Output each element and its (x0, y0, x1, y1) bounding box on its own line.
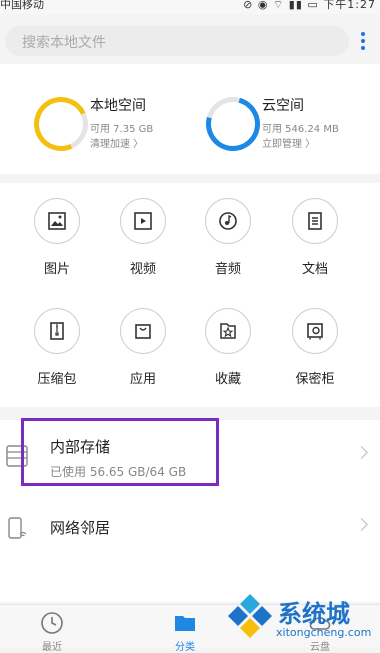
search-input[interactable]: 搜索本地文件 (5, 26, 349, 56)
category-documents[interactable]: 文档 (280, 198, 350, 277)
cloud-storage-ring-icon (196, 87, 270, 161)
folder-icon (175, 616, 195, 631)
local-storage-ring-icon (26, 89, 96, 159)
category-images[interactable]: 图片 (22, 198, 92, 277)
category-video[interactable]: 视频 (108, 198, 178, 277)
audio-icon (205, 198, 251, 244)
local-space-title: 本地空间 (90, 98, 146, 114)
local-space-available: 可用 7.35 GB (90, 124, 154, 135)
document-icon (292, 198, 338, 244)
tab-categories[interactable]: 分类 (155, 611, 215, 653)
network-phone-icon (6, 516, 28, 544)
category-label: 图片 (43, 262, 70, 277)
tab-recent[interactable]: 最近 (22, 611, 82, 653)
highlight-box (21, 418, 219, 486)
category-safe[interactable]: 保密柜 (280, 308, 350, 387)
image-icon (34, 198, 80, 244)
safe-icon (292, 308, 338, 354)
chevron-right-icon (355, 446, 368, 459)
category-label: 应用 (129, 372, 156, 387)
category-label: 音频 (214, 262, 241, 277)
chevron-right-icon (355, 518, 368, 531)
favorite-star-icon (205, 308, 251, 354)
clean-accelerate-link[interactable]: 清理加速 〉 (90, 135, 143, 150)
more-options-icon[interactable] (358, 30, 368, 52)
category-label: 文档 (301, 262, 328, 277)
archive-icon (34, 308, 80, 354)
category-grid: 图片 视频 音频 文档 压缩包 应用 收藏 保密柜 (0, 183, 380, 407)
category-apps[interactable]: 应用 (108, 308, 178, 387)
storage-summary: 本地空间 可用 7.35 GB 清理加速 〉 云空间 可用 546.24 MB … (0, 64, 380, 174)
cloud-space-title: 云空间 (262, 98, 304, 114)
carrier-label: 中国移动 (0, 0, 44, 11)
category-audio[interactable]: 音频 (193, 198, 263, 277)
watermark: 系统城 xitongcheng.com (226, 588, 380, 646)
watermark-brand: 系统城 (278, 600, 350, 628)
category-label: 压缩包 (37, 372, 77, 387)
category-label: 收藏 (214, 372, 241, 387)
video-icon (120, 198, 166, 244)
status-bar: 中国移动 ⊘ ◉ ⌔ ▮▮ ▭ 下午1:27 (0, 0, 380, 14)
category-label: 视频 (129, 262, 156, 277)
category-label: 保密柜 (295, 372, 335, 387)
category-archives[interactable]: 压缩包 (22, 308, 92, 387)
status-time: 下午1:27 (323, 0, 376, 11)
manage-now-link[interactable]: 立即管理 〉 (262, 135, 315, 150)
app-bag-icon (120, 308, 166, 354)
status-icons: ⊘ ◉ ⌔ ▮▮ ▭ 下午1:27 (243, 0, 376, 11)
search-placeholder: 搜索本地文件 (22, 35, 106, 51)
clock-icon (41, 612, 63, 634)
cloud-space-available: 可用 546.24 MB (262, 124, 339, 135)
watermark-url: xitongcheng.com (276, 626, 372, 639)
category-favorites[interactable]: 收藏 (193, 308, 263, 387)
watermark-logo-icon (228, 594, 272, 638)
network-neighborhood-title: 网络邻居 (50, 519, 111, 537)
network-neighborhood-row[interactable]: 网络邻居 (0, 502, 380, 556)
